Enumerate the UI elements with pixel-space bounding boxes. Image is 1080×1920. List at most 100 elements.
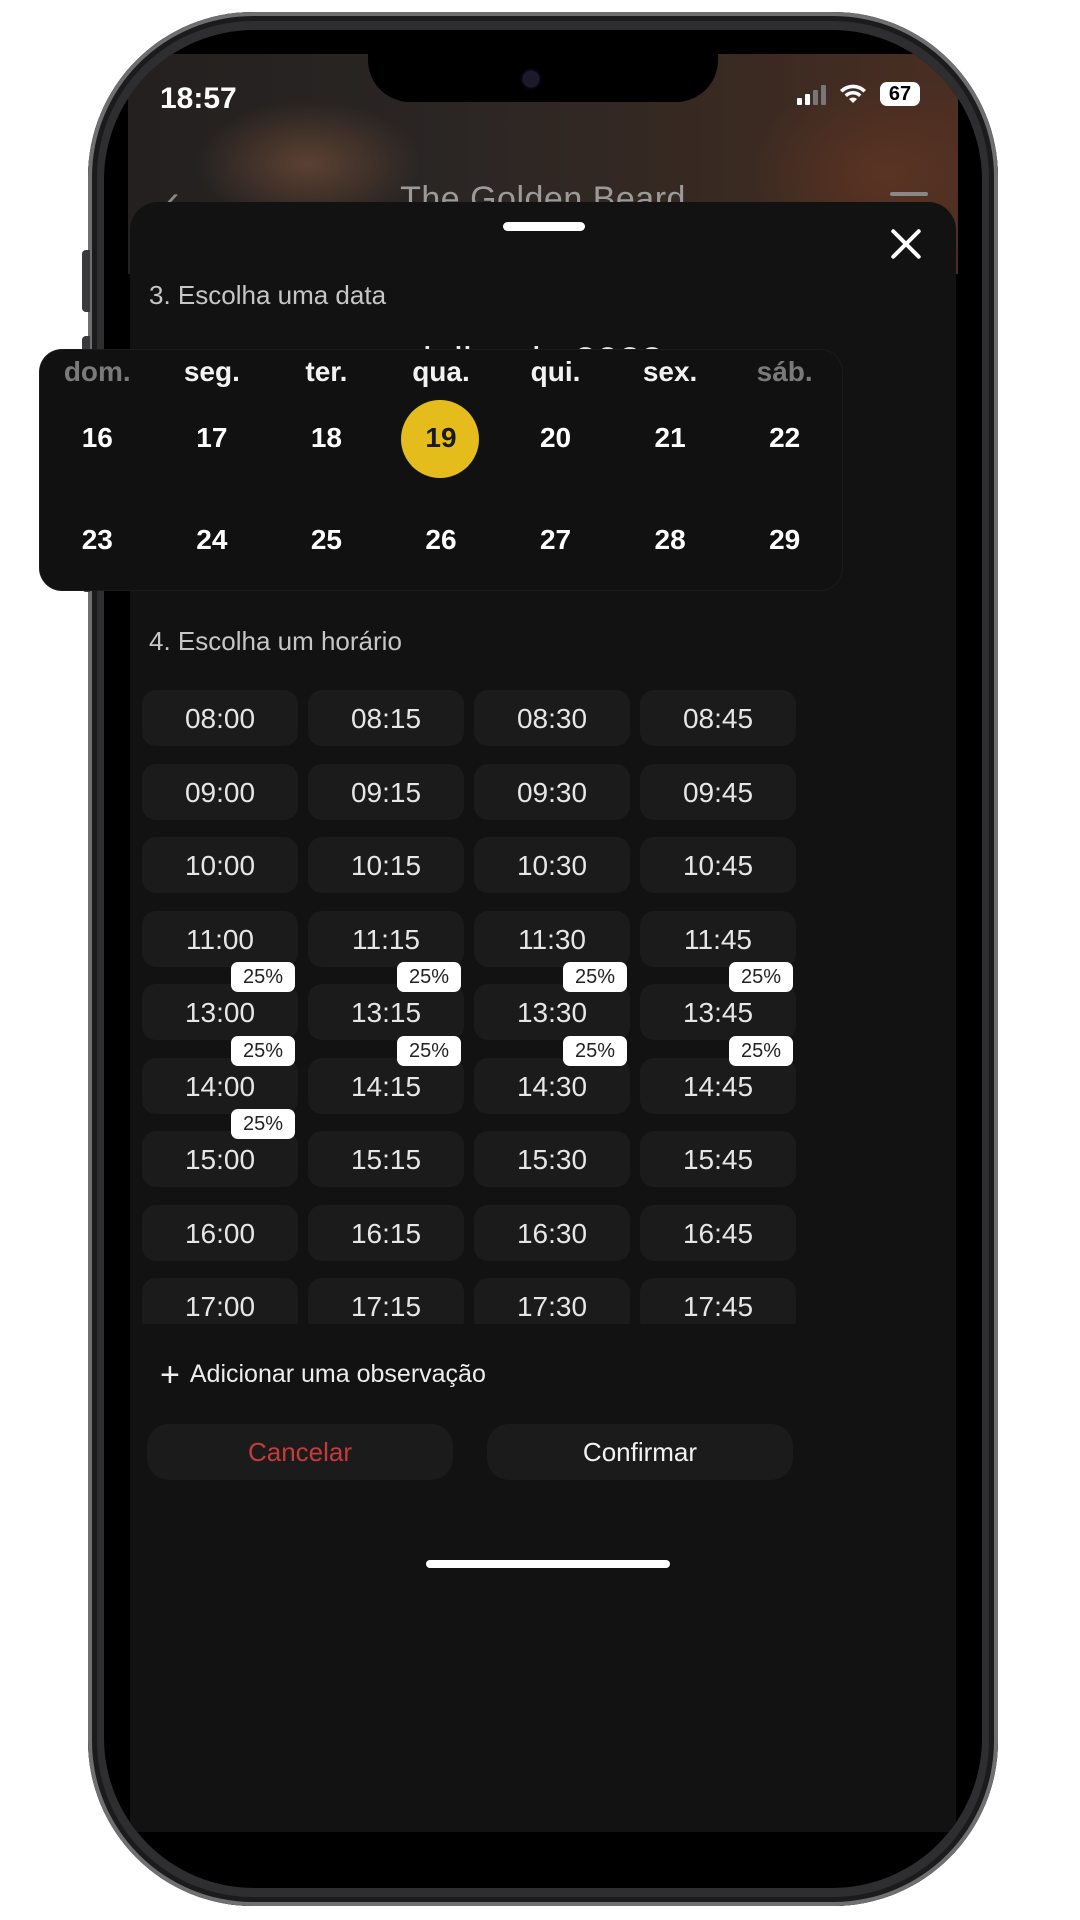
calendar-day[interactable]: 18 — [269, 398, 384, 478]
time-slot[interactable]: 16:00 — [142, 1204, 298, 1261]
time-slot-label: 10:45 — [682, 850, 754, 881]
time-slot[interactable]: 13:15 25% — [308, 962, 464, 1040]
side-button-mute — [82, 250, 90, 312]
calendar-day[interactable]: 29 — [727, 500, 842, 580]
calendar-day[interactable]: 17 — [155, 398, 270, 478]
calendar-day[interactable]: 23 — [40, 500, 155, 580]
time-slot-label: 17:30 — [516, 1291, 588, 1322]
weekday-label: dom. — [63, 356, 131, 387]
calendar-day[interactable]: 24 — [155, 500, 270, 580]
close-icon[interactable] — [886, 224, 926, 264]
time-slot[interactable]: 08:00 — [142, 690, 298, 746]
time-slot-label: 09:00 — [184, 776, 256, 808]
discount-badge: 25% — [562, 962, 627, 992]
time-slot[interactable]: 11:30 — [474, 910, 630, 967]
calendar-day[interactable]: 27 — [498, 500, 613, 580]
time-slot[interactable]: 13:45 25% — [640, 962, 796, 1040]
weekday-label: seg. — [183, 356, 240, 387]
time-slot[interactable]: 13:00 25% — [142, 962, 298, 1040]
time-slot[interactable]: 13:30 25% — [474, 962, 630, 1040]
time-slot[interactable]: 09:15 — [308, 763, 464, 820]
confirm-button[interactable]: Confirmar — [487, 1424, 793, 1480]
time-slot[interactable]: 09:45 — [640, 763, 796, 820]
time-slot[interactable]: 09:30 — [474, 763, 630, 820]
time-slot[interactable]: 10:00 — [142, 837, 298, 893]
time-slot[interactable]: 15:15 — [308, 1131, 464, 1187]
time-slot[interactable]: 15:45 — [640, 1131, 796, 1187]
time-slot[interactable]: 16:45 — [640, 1204, 796, 1261]
calendar-day[interactable]: 28 — [613, 500, 728, 580]
time-slot-label: 17:00 — [184, 1291, 256, 1322]
discount-badge: 25% — [728, 962, 793, 992]
time-slot-label: 08:15 — [350, 703, 422, 734]
time-slot[interactable]: 15:30 — [474, 1131, 630, 1187]
time-slot[interactable]: 17:00 — [142, 1278, 298, 1324]
calendar-day[interactable]: 25 — [269, 500, 384, 580]
battery-icon: 67 — [880, 82, 920, 106]
calendar-week-row: 16 17 18 19 20 21 22 — [40, 398, 842, 478]
time-slot[interactable]: 17:15 — [308, 1278, 464, 1324]
time-slot-label: 09:45 — [682, 776, 754, 808]
time-slot-label: 11:30 — [518, 923, 586, 955]
calendar-day-number: 28 — [654, 524, 686, 555]
calendar-day[interactable]: 16 — [40, 398, 155, 478]
time-slot[interactable]: 14:00 25% — [142, 1035, 298, 1114]
time-slot[interactable]: 16:30 — [474, 1204, 630, 1261]
time-slot[interactable]: 17:45 — [640, 1278, 796, 1324]
discount-badge: 25% — [562, 1035, 627, 1066]
time-slot-label: 15:30 — [516, 1144, 588, 1175]
calendar-day[interactable]: 26 — [384, 500, 499, 580]
time-slot[interactable]: 08:15 — [308, 690, 464, 746]
time-slot-label: 10:15 — [350, 850, 422, 881]
weekday-label: sáb. — [756, 356, 813, 387]
discount-badge: 25% — [230, 1035, 295, 1066]
calendar-day[interactable]: 21 — [613, 398, 728, 478]
notch — [368, 30, 718, 102]
calendar-day-number: 20 — [539, 422, 572, 453]
time-slot[interactable]: 14:15 25% — [308, 1035, 464, 1114]
status-icons: 67 — [797, 82, 920, 106]
time-slot[interactable]: 08:30 — [474, 690, 630, 746]
time-slot[interactable]: 08:45 — [640, 690, 796, 746]
time-slot[interactable]: 11:45 — [640, 910, 796, 967]
calendar-day[interactable]: 20 — [498, 398, 613, 478]
calendar-day[interactable]: 22 — [727, 398, 842, 478]
time-slot-grid: 08:00 08:15 08:30 08:45 09:00 09:15 09:30 09:45… — [142, 690, 798, 1324]
time-slot[interactable]: 10:45 — [640, 837, 796, 893]
discount-badge: 25% — [230, 1109, 295, 1139]
home-indicator[interactable] — [426, 1560, 670, 1568]
time-slot[interactable]: 14:45 25% — [640, 1035, 796, 1114]
weekday-header-row: dom. seg. ter. qua. qui. sex. sáb. — [40, 356, 842, 388]
time-slot[interactable]: 10:30 — [474, 837, 630, 893]
weekday-label: qui. — [530, 356, 581, 387]
calendar-day-selected[interactable]: 19 — [384, 398, 499, 478]
time-slot[interactable]: 09:00 — [142, 763, 298, 820]
calendar-day-number: 18 — [310, 422, 342, 453]
time-slot[interactable]: 10:15 — [308, 837, 464, 893]
add-note-button[interactable]: + Adicionar uma observação — [160, 1355, 486, 1394]
menu-icon[interactable] — [890, 192, 928, 196]
sheet-grabber[interactable] — [503, 222, 585, 231]
time-slot[interactable]: 11:15 — [308, 910, 464, 967]
time-slot[interactable]: 16:15 — [308, 1204, 464, 1261]
discount-badge: 25% — [728, 1035, 793, 1066]
calendar-day-number: 16 — [81, 422, 113, 453]
plus-icon: + — [160, 1355, 180, 1394]
time-slot-label: 09:15 — [350, 776, 422, 808]
cancel-button[interactable]: Cancelar — [147, 1424, 453, 1480]
time-slot[interactable]: 17:30 — [474, 1278, 630, 1324]
time-slot-label: 16:45 — [682, 1217, 754, 1249]
discount-badge: 25% — [396, 1035, 461, 1066]
weekday-label: ter. — [305, 356, 348, 387]
time-slot-scroll-area[interactable]: 08:00 08:15 08:30 08:45 09:00 09:15 09:30 09:45… — [130, 690, 956, 1324]
time-slot[interactable]: 11:00 — [142, 910, 298, 967]
calendar-day-number: 21 — [654, 422, 686, 453]
time-slot-label: 09:30 — [516, 776, 588, 808]
time-slot-label: 08:00 — [184, 703, 256, 734]
calendar-day-number: 23 — [81, 524, 113, 555]
time-slot[interactable]: 14:30 25% — [474, 1035, 630, 1114]
calendar-day-number: 22 — [769, 422, 801, 453]
time-slot-label: 17:15 — [350, 1291, 422, 1322]
time-slot[interactable]: 15:00 25% — [142, 1109, 298, 1187]
time-slot-label: 14:00 — [184, 1070, 256, 1102]
